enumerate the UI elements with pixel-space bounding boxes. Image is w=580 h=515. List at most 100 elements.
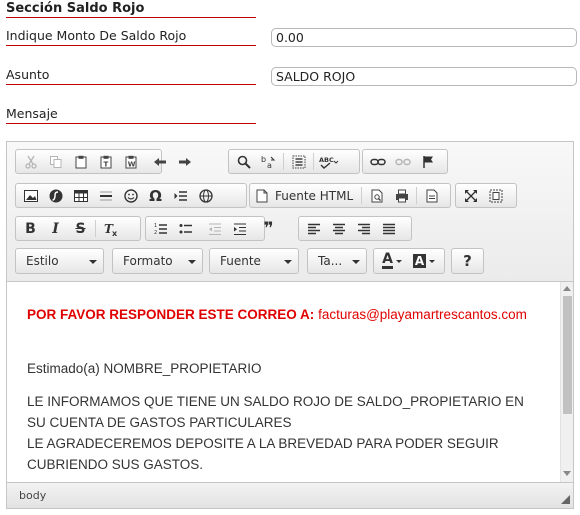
svg-text:ABC: ABC bbox=[319, 156, 334, 164]
copy-icon[interactable] bbox=[43, 151, 68, 172]
format-select-label: Formato bbox=[123, 254, 173, 268]
undo-icon[interactable] bbox=[147, 151, 172, 172]
remove-format-icon[interactable]: Tx bbox=[98, 218, 123, 239]
clipboard-group: T W bbox=[15, 149, 191, 174]
text-color-button[interactable]: A bbox=[376, 251, 408, 272]
spellcheck-icon[interactable]: ABC bbox=[316, 151, 342, 172]
monto-input[interactable] bbox=[271, 28, 577, 47]
help-group: ? bbox=[451, 248, 484, 274]
element-path[interactable]: body bbox=[19, 489, 46, 502]
italic-button[interactable]: I bbox=[43, 218, 68, 239]
image-icon[interactable] bbox=[18, 185, 43, 206]
bulleted-list-icon[interactable] bbox=[173, 218, 198, 239]
reply-email: facturas@playamartrescantos.com bbox=[318, 307, 527, 322]
svg-text:a: a bbox=[267, 161, 272, 169]
replace-icon[interactable]: ba bbox=[256, 151, 281, 172]
templates-icon[interactable] bbox=[419, 185, 444, 206]
align-left-icon[interactable] bbox=[301, 218, 326, 239]
font-select[interactable]: Fuente bbox=[209, 248, 299, 274]
document-group: Fuente HTML bbox=[249, 183, 451, 208]
table-icon[interactable] bbox=[68, 185, 93, 206]
search-icon[interactable] bbox=[231, 151, 256, 172]
paste-text-icon[interactable]: T bbox=[93, 151, 118, 172]
unlink-icon[interactable] bbox=[390, 151, 415, 172]
chevron-down-icon bbox=[352, 260, 360, 264]
special-char-icon[interactable]: Ω bbox=[143, 185, 168, 206]
svg-text:1: 1 bbox=[154, 223, 157, 229]
chevron-down-icon bbox=[429, 259, 436, 263]
smiley-icon[interactable] bbox=[118, 185, 143, 206]
body-line-2: LE AGRADECEREMOS DEPOSITE A LA BREVEDAD … bbox=[27, 436, 499, 472]
styles-select[interactable]: Estilo bbox=[15, 248, 104, 274]
chevron-down-icon bbox=[284, 260, 292, 264]
toolbar-separator bbox=[416, 187, 418, 204]
print-icon[interactable] bbox=[389, 185, 414, 206]
indent-icon[interactable] bbox=[227, 218, 252, 239]
size-select-label: Ta... bbox=[318, 254, 343, 268]
source-button[interactable]: Fuente HTML bbox=[252, 185, 359, 206]
numbered-list-icon[interactable]: 12 bbox=[148, 218, 173, 239]
blockquote-icon[interactable]: ❞ bbox=[256, 218, 281, 239]
monto-label: Indique Monto De Saldo Rojo bbox=[6, 28, 256, 46]
asunto-input[interactable] bbox=[271, 67, 577, 86]
styles-select-label: Estilo bbox=[26, 254, 59, 268]
rich-text-editor: T W ba ABC Ω Fuente HTML B I S T x 1 2 ❞… bbox=[6, 141, 574, 509]
svg-text:x: x bbox=[112, 229, 118, 236]
section-title: Sección Saldo Rojo bbox=[6, 0, 256, 18]
flash-icon[interactable] bbox=[43, 185, 68, 206]
toolbar-separator bbox=[95, 220, 96, 237]
scroll-down-icon[interactable] bbox=[563, 471, 571, 476]
link-group bbox=[362, 149, 448, 174]
svg-text:2: 2 bbox=[154, 230, 157, 236]
chevron-down-icon bbox=[395, 259, 402, 263]
align-right-icon[interactable] bbox=[351, 218, 376, 239]
mensaje-label: Mensaje bbox=[6, 106, 256, 124]
svg-text:b: b bbox=[261, 155, 266, 164]
reply-notice: POR FAVOR RESPONDER ESTE CORREO A: factu… bbox=[27, 304, 540, 325]
chevron-down-icon bbox=[89, 260, 97, 264]
edit-group: ba ABC bbox=[228, 149, 360, 174]
link-icon[interactable] bbox=[365, 151, 390, 172]
bold-button[interactable]: B bbox=[18, 218, 43, 239]
paste-word-icon[interactable]: W bbox=[118, 151, 143, 172]
body-line-1: LE INFORMAMOS QUE TIENE UN SALDO ROJO DE… bbox=[27, 394, 524, 430]
select-all-icon[interactable] bbox=[286, 151, 311, 172]
editor-scrollbar[interactable] bbox=[560, 282, 573, 482]
view-group bbox=[455, 183, 517, 208]
source-button-label: Fuente HTML bbox=[275, 188, 354, 203]
iframe-globe-icon[interactable] bbox=[193, 185, 218, 206]
color-group: A A bbox=[373, 248, 445, 274]
toolbar-separator bbox=[313, 153, 314, 170]
help-button[interactable]: ? bbox=[455, 251, 480, 272]
maximize-icon[interactable] bbox=[458, 185, 483, 206]
editor-content[interactable]: POR FAVOR RESPONDER ESTE CORREO A: factu… bbox=[7, 282, 560, 482]
basic-styles-group: B I S Tx bbox=[15, 216, 141, 241]
paste-icon[interactable] bbox=[68, 151, 93, 172]
scroll-thumb[interactable] bbox=[563, 296, 572, 414]
cut-icon[interactable] bbox=[18, 151, 43, 172]
resize-grip-icon[interactable] bbox=[561, 495, 570, 504]
chevron-down-icon bbox=[188, 260, 196, 264]
scroll-up-icon[interactable] bbox=[563, 286, 571, 291]
editor-statusbar: body bbox=[7, 482, 573, 508]
show-blocks-icon[interactable] bbox=[483, 185, 508, 206]
svg-text:T: T bbox=[103, 160, 108, 168]
bg-color-button[interactable]: A bbox=[408, 251, 440, 272]
svg-text:W: W bbox=[127, 160, 135, 168]
horizontal-rule-icon[interactable] bbox=[93, 185, 118, 206]
anchor-flag-icon[interactable] bbox=[415, 151, 440, 172]
align-center-icon[interactable] bbox=[326, 218, 351, 239]
preview-icon[interactable] bbox=[364, 185, 389, 206]
strike-button[interactable]: S bbox=[68, 218, 93, 239]
bg-color-icon: A bbox=[412, 254, 427, 268]
format-select[interactable]: Formato bbox=[112, 248, 203, 274]
font-select-label: Fuente bbox=[220, 254, 261, 268]
greeting: Estimado(a) NOMBRE_PROPIETARIO bbox=[27, 361, 262, 376]
asunto-label: Asunto bbox=[6, 67, 256, 85]
redo-icon[interactable] bbox=[172, 151, 197, 172]
size-select[interactable]: Ta... bbox=[307, 248, 367, 274]
reply-notice-bold: POR FAVOR RESPONDER ESTE CORREO A: bbox=[27, 307, 315, 322]
outdent-icon[interactable] bbox=[202, 218, 227, 239]
justify-icon[interactable] bbox=[376, 218, 401, 239]
page-break-icon[interactable] bbox=[168, 185, 193, 206]
